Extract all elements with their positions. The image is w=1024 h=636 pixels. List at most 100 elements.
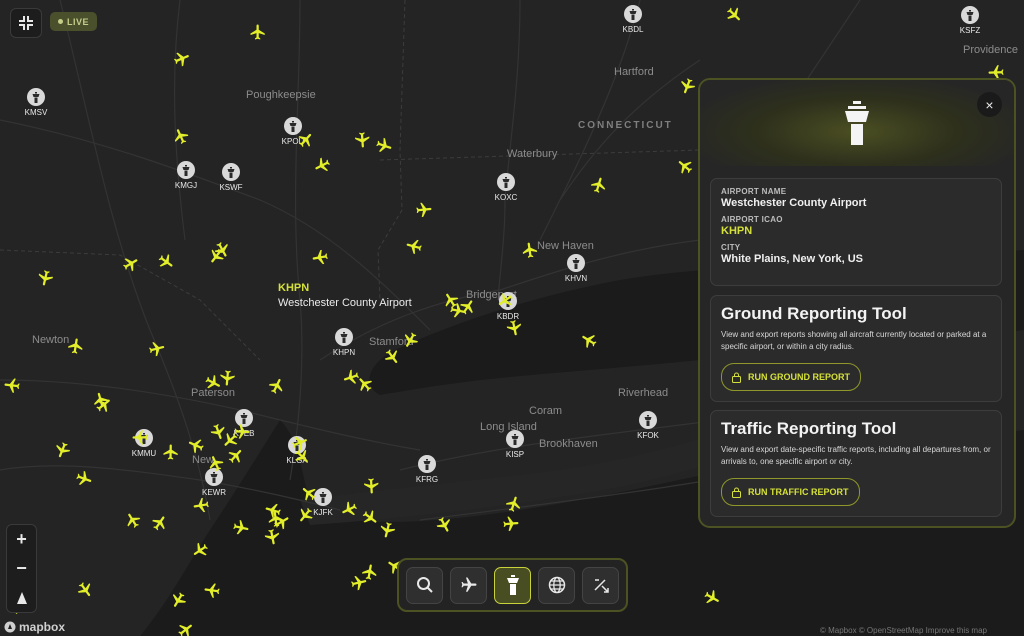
run-traffic-report-button[interactable]: RUN TRAFFIC REPORT — [721, 478, 860, 506]
aircraft-icon[interactable] — [352, 130, 371, 149]
aircraft-icon[interactable] — [2, 375, 22, 395]
airport-name-value: Westchester County Airport — [721, 197, 867, 209]
airport-marker-kbdl[interactable]: KBDL — [613, 5, 653, 34]
airport-marker-koxc[interactable]: KOXC — [486, 173, 526, 202]
globe-button[interactable] — [538, 566, 575, 604]
mapbox-icon — [4, 621, 16, 633]
airport-code-label: KOXC — [494, 193, 518, 202]
bottom-toolbar — [397, 558, 628, 612]
airport-marker-kswf[interactable]: KSWF — [211, 163, 251, 192]
airport-info-card: AIRPORT NAME Westchester County Airport … — [710, 178, 1002, 286]
airport-tower-icon — [624, 5, 642, 23]
aircraft-icon[interactable] — [503, 317, 524, 338]
airport-code-label: KSFZ — [959, 26, 981, 35]
airport-marker-kisp[interactable]: KISP — [495, 430, 535, 459]
airport-marker-kfok[interactable]: KFOK — [628, 411, 668, 440]
lock-icon — [732, 372, 741, 383]
zoom-control: + − — [6, 524, 37, 613]
airport-marker-khvn[interactable]: KHVN — [556, 254, 596, 283]
aircraft-icon[interactable] — [520, 240, 540, 260]
airport-tower-icon — [27, 88, 45, 106]
selected-airport-label: KHPN Westchester County Airport — [278, 282, 412, 309]
airport-tower-icon — [177, 161, 195, 179]
selected-airport-name: Westchester County Airport — [278, 297, 412, 309]
selected-airport-code: KHPN — [278, 282, 310, 294]
airport-tower-icon — [506, 430, 524, 448]
routes-button[interactable] — [582, 566, 619, 604]
live-badge: LIVE — [50, 12, 98, 31]
flights-button[interactable] — [450, 566, 487, 604]
aircraft-icon[interactable] — [66, 336, 87, 357]
region-label: Providence — [963, 44, 1019, 56]
close-button[interactable]: × — [977, 92, 1002, 117]
mapbox-logo[interactable]: mapbox — [4, 620, 65, 634]
tower-icon — [506, 575, 519, 595]
airport-tower-icon — [418, 455, 436, 473]
map-attribution[interactable]: © Mapbox © OpenStreetMap Improve this ma… — [820, 626, 987, 635]
aircraft-icon[interactable] — [217, 368, 237, 388]
airport-code-label: KISP — [505, 450, 525, 459]
run-traffic-report-label: RUN TRAFFIC REPORT — [748, 487, 849, 497]
airport-marker-kmsv[interactable]: KMSV — [16, 88, 56, 117]
aircraft-icon[interactable] — [230, 517, 251, 538]
airport-tower-icon — [961, 6, 979, 24]
ground-report-title: Ground Reporting Tool — [721, 304, 907, 323]
airport-code-label: KHVN — [564, 274, 588, 283]
minimize-icon — [19, 16, 33, 30]
airport-marker-ksfz[interactable]: KSFZ — [950, 6, 990, 35]
airport-marker-kmgj[interactable]: KMGJ — [166, 161, 206, 190]
region-label: Coram — [529, 405, 563, 417]
zoom-out-button[interactable]: − — [7, 554, 36, 583]
aircraft-icon[interactable] — [131, 428, 149, 446]
search-icon — [416, 577, 433, 593]
aircraft-icon[interactable] — [202, 580, 222, 600]
airport-icao-value: KHPN — [721, 225, 753, 237]
globe-icon — [548, 576, 565, 594]
aircraft-icon[interactable] — [162, 443, 180, 461]
compass-button[interactable] — [7, 583, 36, 612]
panel-header — [700, 80, 1014, 166]
run-ground-report-button[interactable]: RUN GROUND REPORT — [721, 363, 862, 391]
airport-tower-icon — [222, 163, 240, 181]
airport-tower-icon — [567, 254, 585, 272]
airport-code-label: KHPN — [332, 348, 356, 357]
aircraft-icon[interactable] — [310, 247, 331, 268]
airport-code-label: KMGJ — [174, 181, 198, 190]
city-label: CITY — [721, 243, 741, 252]
region-label: New Haven — [537, 240, 594, 252]
aircraft-icon[interactable] — [191, 495, 212, 516]
live-label: LIVE — [67, 16, 90, 27]
airport-code-label: KFRG — [415, 475, 439, 484]
airport-marker-khpn[interactable]: KHPN — [324, 328, 364, 357]
traffic-report-title: Traffic Reporting Tool — [721, 419, 897, 438]
airport-marker-kfrg[interactable]: KFRG — [407, 455, 447, 484]
airport-tower-icon — [335, 328, 353, 346]
region-label: Riverhead — [618, 387, 669, 399]
search-button[interactable] — [406, 566, 443, 604]
region-label: Poughkeepsie — [246, 89, 316, 101]
north-arrow-icon — [16, 591, 27, 604]
airport-icao-label: AIRPORT ICAO — [721, 215, 783, 224]
airport-code-label: KMSV — [24, 108, 48, 117]
ground-report-description: View and export reports showing all airc… — [721, 330, 987, 351]
aircraft-icon[interactable] — [362, 477, 381, 496]
region-label: Newton — [32, 334, 70, 346]
traffic-report-description: View and export date-specific traffic re… — [721, 445, 991, 466]
ground-report-card: Ground Reporting Tool View and export re… — [710, 295, 1002, 402]
airport-tower-icon — [497, 173, 515, 191]
aircraft-icon[interactable] — [261, 526, 282, 547]
aircraft-icon[interactable] — [501, 514, 521, 534]
region-label: Hartford — [614, 66, 654, 78]
airport-details-panel: × AIRPORT NAME Westchester County Airpor… — [698, 78, 1016, 528]
plane-icon — [461, 577, 476, 592]
region-label: CONNECTICUT — [578, 120, 673, 131]
aircraft-icon[interactable] — [447, 300, 468, 321]
airport-code-label: KSWF — [219, 183, 243, 192]
aircraft-icon[interactable] — [414, 200, 434, 220]
collapse-fullscreen-button[interactable] — [10, 8, 42, 38]
zoom-in-button[interactable]: + — [7, 525, 36, 554]
live-dot-icon — [58, 19, 63, 24]
aircraft-icon[interactable] — [249, 23, 267, 41]
airports-button[interactable] — [494, 566, 531, 604]
region-label: Waterbury — [507, 148, 558, 160]
